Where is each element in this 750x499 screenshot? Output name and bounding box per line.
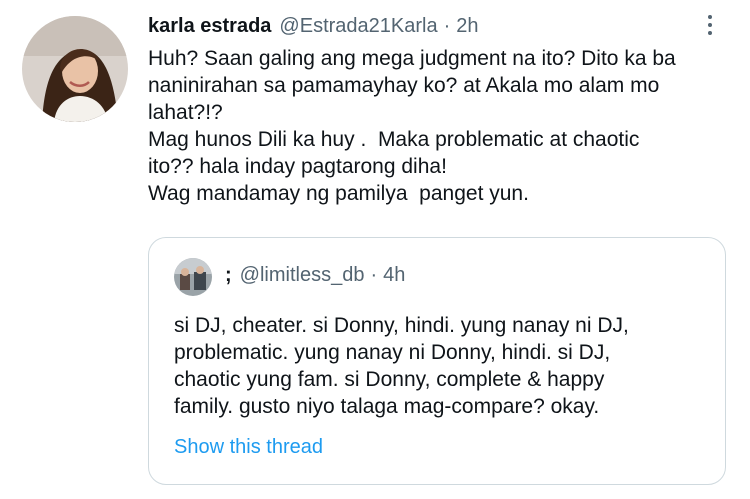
quoted-timestamp[interactable]: 4h — [383, 264, 405, 287]
quoted-line: si DJ, cheater. si Donny, hindi. yung na… — [174, 314, 629, 337]
separator-dot: · — [370, 263, 378, 286]
tweet: karla estrada @Estrada21Karla · 2h Huh? … — [0, 0, 750, 499]
tweet-text: Huh? Saan galing ang mega judgment na it… — [148, 45, 728, 207]
quoted-tweet-header: ; @limitless_db · 4h — [225, 262, 405, 288]
quoted-author-avatar[interactable] — [174, 258, 212, 296]
tweet-line: Mag hunos Dili ka huy . Maka problematic… — [148, 128, 640, 151]
quoted-tweet-text: si DJ, cheater. si Donny, hindi. yung na… — [174, 312, 704, 420]
more-options-icon[interactable] — [700, 10, 720, 40]
quoted-line: problematic. yung nanay ni Donny, hindi.… — [174, 341, 611, 364]
avatar-image — [22, 16, 128, 122]
more-dot — [708, 15, 712, 19]
tweet-line: lahat?!? — [148, 101, 223, 124]
quoted-avatar-image — [174, 258, 212, 296]
tweet-header: karla estrada @Estrada21Karla · 2h — [148, 13, 479, 39]
tweet-line: Wag mandamay ng pamilya panget yun. — [148, 182, 529, 205]
show-thread-link[interactable]: Show this thread — [174, 436, 323, 459]
quoted-author-handle[interactable]: @limitless_db — [240, 264, 365, 287]
tweet-line: ito?? hala inday pagtarong diha! — [148, 155, 447, 178]
tweet-timestamp[interactable]: 2h — [456, 15, 478, 38]
author-name[interactable]: karla estrada — [148, 15, 271, 38]
quoted-author-name[interactable]: ; — [225, 264, 232, 287]
quoted-line: chaotic yung fam. si Donny, complete & h… — [174, 368, 605, 391]
quoted-line: family. gusto niyo talaga mag-compare? o… — [174, 395, 600, 418]
more-dot — [708, 31, 712, 35]
tweet-line: naninirahan sa pamamayhay ko? at Akala m… — [148, 74, 660, 97]
more-dot — [708, 23, 712, 27]
tweet-line: Huh? Saan galing ang mega judgment na it… — [148, 47, 676, 70]
separator-dot: · — [443, 14, 451, 37]
quoted-tweet-card[interactable]: ; @limitless_db · 4h si DJ, cheater. si … — [148, 237, 726, 485]
author-handle[interactable]: @Estrada21Karla — [279, 15, 437, 38]
author-avatar[interactable] — [22, 16, 128, 122]
